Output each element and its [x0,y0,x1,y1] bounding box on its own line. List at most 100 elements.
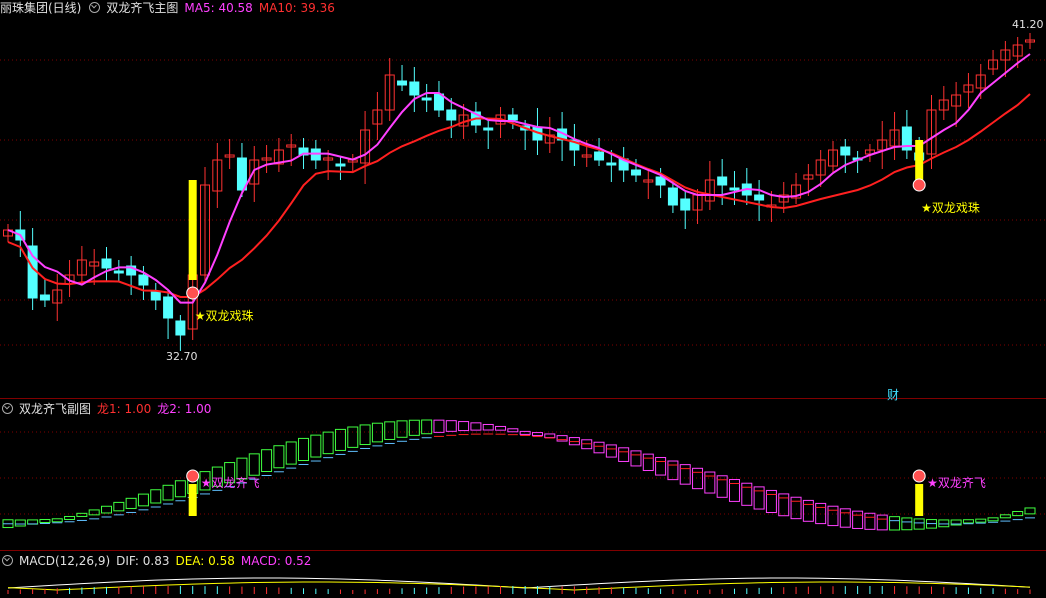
sub-step-box [495,425,507,431]
dea-line [7,581,1031,591]
sub-step-box [605,444,617,458]
sub-step-box [470,422,482,431]
sub-signal-ball-icon [912,469,926,483]
sub-step-box [556,435,568,442]
sub-step-box [396,420,408,438]
sub-step-box [408,419,420,436]
low-price-label: 32.70 [166,350,198,363]
sub-step-box [298,437,310,462]
sub-step-box [1024,507,1036,515]
sub-step-box [101,505,113,514]
sub-step-box [618,447,630,462]
sub-step-box [519,430,531,435]
candle-body [138,274,149,286]
signal-bar [915,140,924,180]
candle-body [101,258,112,269]
sub-step-box [999,514,1011,519]
candle-body [717,176,728,186]
sub-step-box [359,424,371,446]
sub-step-box [913,518,925,530]
candle-body [39,294,50,301]
sub-step-box [248,453,260,476]
sub-step-box [938,519,950,528]
sub-step-box [839,508,851,528]
sub-step-box [384,421,396,440]
ma5-line [7,53,1031,304]
sub-step-box [1012,511,1024,517]
candle-body [150,290,161,301]
sub-step-box [445,420,457,432]
sub-step-box [51,518,63,523]
sub-step-box [901,517,913,531]
sub-step-box [137,493,149,507]
sub-signal-bar [915,484,924,516]
sub-signal-ball-icon [186,469,200,483]
signal-label: ★双龙戏珠 [195,309,254,323]
candle-body [335,163,346,167]
sub-signal-label: ★双龙齐飞 [201,475,260,490]
sub-step-box [507,428,519,433]
sub-step-box [433,419,445,433]
sub-signal-bar [188,484,197,516]
sub-step-box [458,421,470,432]
candle-body [446,109,457,121]
sub-step-box [421,419,433,435]
sub-step-box [692,467,704,490]
sub-step-box [347,426,359,448]
sub-step-box [162,484,174,501]
sub-step-box [765,489,777,514]
candle-body [606,162,617,166]
kline-chart[interactable]: ★双龙戏珠 ★双龙戏珠 41.20 32.70 ★双龙齐飞 ★双龙齐飞 [0,0,1046,598]
sub-step-box [273,445,285,469]
candle-body [409,81,420,96]
candle-body [163,296,174,319]
candle-body [421,97,432,101]
signal-ball-icon [186,286,200,300]
sub-step-box [14,519,26,527]
sub-step-box [310,434,322,458]
sub-step-box [876,514,888,531]
sub-step-box [642,453,654,471]
sub-step-box [88,509,100,516]
sub-step-box [716,475,728,498]
sub-step-box [864,512,876,530]
candle-body [113,270,124,274]
sub-signal-label: ★双龙齐飞 [927,475,986,490]
sub-step-box [753,486,765,510]
sub-step-box [655,457,667,476]
candle-body [397,80,408,86]
candlestick-series [3,33,1035,351]
sub-step-box [593,441,605,454]
sub-step-box [174,480,186,498]
candle-body [483,127,494,131]
sub-step-box [975,518,987,523]
dif-line [7,577,1031,589]
signal-bar [188,180,197,280]
candle-body [667,187,678,206]
sub-step-box [76,512,88,517]
sub-step-box [741,482,753,506]
sub-step-box [778,493,790,517]
high-price-label: 41.20 [1012,18,1044,31]
sub-step-box [852,510,864,529]
sub-step-box [64,515,76,520]
sub-step-box [679,464,691,485]
sub-step-box [371,422,383,443]
candle-body [175,320,186,336]
candle-body [594,151,605,161]
sub-step-box [285,441,297,465]
candle-body [507,114,518,121]
candle-body [754,194,765,201]
sub-step-box [962,519,974,524]
sub-step-box [531,432,543,437]
signal-ball-icon [912,178,926,192]
sub-step-box [334,428,346,451]
sub-step-box [790,496,802,520]
sub-step-box [482,423,494,431]
candle-body [729,187,740,191]
candle-body [680,198,691,211]
sub-step-box [544,433,556,439]
signal-label: ★双龙戏珠 [921,201,980,215]
sub-step-box [322,431,334,455]
sub-step-box [39,518,51,523]
